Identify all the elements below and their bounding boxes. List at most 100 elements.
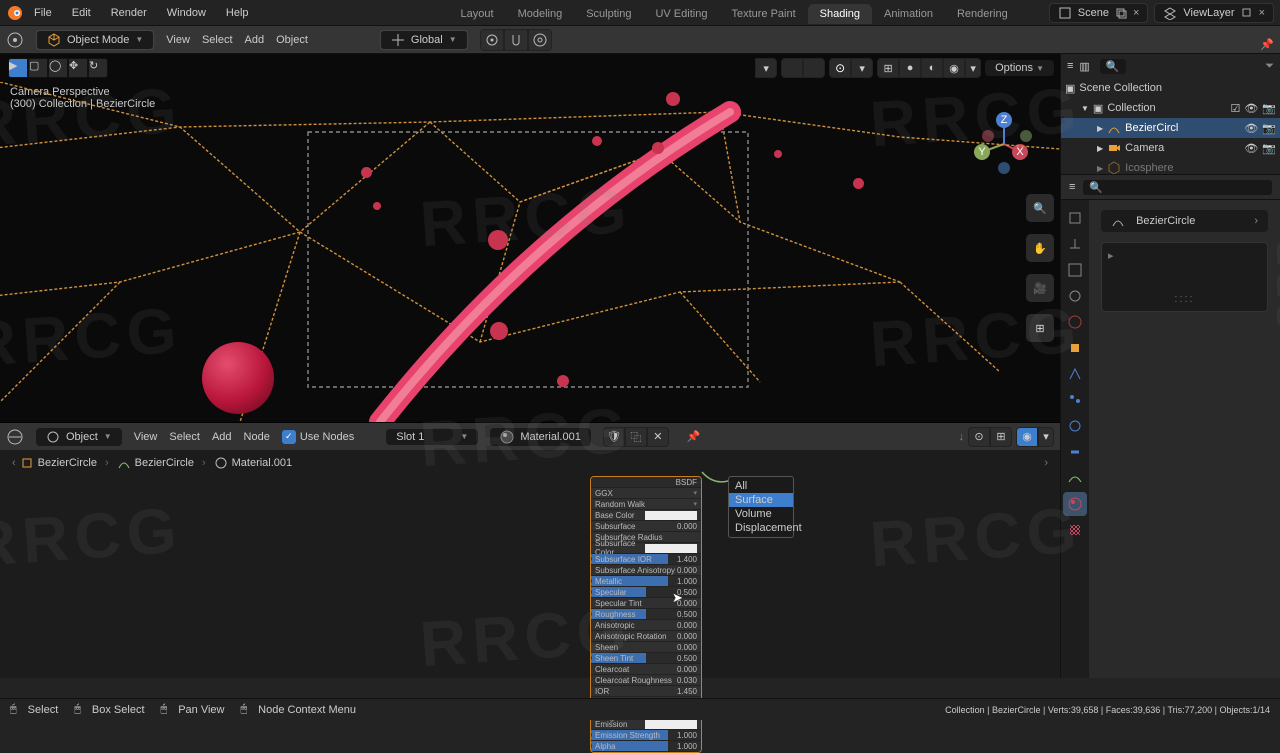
eye-icon[interactable]: 👁 <box>1244 142 1258 155</box>
move-icon[interactable]: ✥ <box>68 58 88 78</box>
tab-rend[interactable]: Rendering <box>945 4 1020 24</box>
rendered-icon[interactable]: ◉ <box>943 58 965 78</box>
menu-node[interactable]: Node <box>244 431 270 443</box>
arrow-icon[interactable]: ↓ <box>959 431 965 443</box>
xray-icon[interactable]: ▾ <box>851 58 873 78</box>
pin-icon[interactable]: 📌 <box>1260 38 1274 51</box>
bsdf-input-clearcoat-roughness[interactable]: Clearcoat Roughness0.030 <box>591 675 701 686</box>
orientation-select[interactable]: Global ▼ <box>380 30 468 50</box>
list-icon[interactable]: ≡ <box>1067 60 1073 72</box>
menu-window[interactable]: Window <box>157 5 216 21</box>
viewlayer-chip[interactable]: ViewLayer × <box>1154 3 1274 23</box>
snap-icon[interactable]: ⊙ <box>968 427 990 447</box>
eye-icon[interactable]: 👁 <box>1244 102 1258 115</box>
tab-uv[interactable]: UV Editing <box>643 4 719 24</box>
chevron-right-icon[interactable]: ▶ <box>1097 164 1103 173</box>
tab-scene[interactable] <box>1063 284 1087 308</box>
bsdf-input-anisotropic-rotation[interactable]: Anisotropic Rotation0.000 <box>591 631 701 642</box>
duplicate-icon[interactable]: ⿻ <box>625 427 647 447</box>
bsdf-input-ior[interactable]: IOR1.450 <box>591 686 701 697</box>
outliner-row-ico[interactable]: ▶ Icosphere <box>1061 158 1280 174</box>
chevron-left-icon[interactable]: ‹ <box>12 457 16 469</box>
chevron-right-icon[interactable]: ▶ <box>1097 124 1103 133</box>
outliner-row-bezier[interactable]: ▶ BezierCircl 👁📷 <box>1061 118 1280 138</box>
rotate-icon[interactable]: ↻ <box>88 58 108 78</box>
matprev-icon[interactable]: ◐ <box>921 58 943 78</box>
cursor-tool-icon[interactable]: ▶ <box>8 58 28 78</box>
bsdf-input-alpha[interactable]: Alpha1.000 <box>591 741 701 752</box>
grip-icon[interactable]: :::: <box>1174 293 1194 305</box>
chevron-right-icon[interactable]: › <box>1044 457 1048 469</box>
render-icon[interactable]: 📷 <box>1262 142 1276 155</box>
tab-sculpting[interactable]: Sculpting <box>574 4 643 24</box>
tab-layout[interactable]: Layout <box>449 4 506 24</box>
options-dropdown[interactable]: Options ▼ <box>985 60 1054 76</box>
tab-physics[interactable] <box>1063 414 1087 438</box>
grid-icon[interactable]: ⊞ <box>990 427 1012 447</box>
proportional-icon[interactable] <box>528 29 552 51</box>
tab-viewlayer[interactable] <box>1063 258 1087 282</box>
props-search[interactable]: 🔍 <box>1083 180 1272 195</box>
tab-object[interactable] <box>1063 336 1087 360</box>
display-icon[interactable]: ▥ <box>1079 60 1089 73</box>
bsdf-dist[interactable]: GGX <box>595 489 693 498</box>
menu-file[interactable]: File <box>24 5 62 21</box>
copy-icon[interactable] <box>1115 7 1127 19</box>
tab-texture[interactable] <box>1063 518 1087 542</box>
viewport-3d[interactable]: ▶ ▢ ◯ ✥ ↻ ▾ ⊙ ▾ <box>0 54 1060 422</box>
popup-surface[interactable]: Surface <box>729 493 793 507</box>
bsdf-input-specular[interactable]: Specular0.500 <box>591 587 701 598</box>
bsdf-input-emission[interactable]: Emission <box>591 719 701 730</box>
menu-add[interactable]: Add <box>245 34 265 46</box>
overlays-icon[interactable]: ⊙ <box>829 58 851 78</box>
tab-shading[interactable]: Shading <box>808 4 872 24</box>
eye-icon[interactable]: 👁 <box>1244 122 1258 135</box>
bsdf-input-metallic[interactable]: Metallic1.000 <box>591 576 701 587</box>
tab-modeling[interactable]: Modeling <box>506 4 575 24</box>
pin-icon[interactable]: 📌 <box>687 430 701 443</box>
copy-icon[interactable] <box>1241 7 1253 19</box>
crumb-curve[interactable]: BezierCircle <box>135 457 194 469</box>
menu-select[interactable]: Select <box>169 431 200 443</box>
props-type-icon[interactable]: ≡ <box>1069 181 1075 193</box>
material-select[interactable]: Material.001 <box>490 428 591 446</box>
shield-icon[interactable]: 🛡 <box>603 427 625 447</box>
close-icon[interactable]: × <box>1259 7 1265 19</box>
props-datablock-chip[interactable]: BezierCircle › <box>1101 210 1268 232</box>
tab-output[interactable] <box>1063 232 1087 256</box>
menu-help[interactable]: Help <box>216 5 259 21</box>
bsdf-input-clearcoat[interactable]: Clearcoat0.000 <box>591 664 701 675</box>
menu-edit[interactable]: Edit <box>62 5 101 21</box>
popup-all[interactable]: All <box>729 479 793 493</box>
close-icon[interactable]: × <box>1133 7 1139 19</box>
slot-select[interactable]: Slot 1▼ <box>386 429 478 445</box>
shader-type-select[interactable]: Object ▼ <box>36 428 122 446</box>
shading-dropdown-icon[interactable]: ▾ <box>965 58 981 78</box>
node-graph[interactable]: BSDF GGX▾ Random Walk▾ Base ColorSubsurf… <box>0 476 1060 678</box>
tab-world[interactable] <box>1063 310 1087 334</box>
crumb-material[interactable]: Material.001 <box>232 457 293 469</box>
tab-anim[interactable]: Animation <box>872 4 945 24</box>
popup-volume[interactable]: Volume <box>729 507 793 521</box>
tab-material[interactable] <box>1063 492 1087 516</box>
unlink-icon[interactable]: ✕ <box>647 427 669 447</box>
tab-texpaint[interactable]: Texture Paint <box>719 4 807 24</box>
outliner-row-camera[interactable]: ▶ Camera 👁📷 <box>1061 138 1280 158</box>
select-icon[interactable] <box>781 58 803 78</box>
popup-disp[interactable]: Displacement <box>729 521 793 535</box>
use-nodes-checkbox[interactable]: ✓Use Nodes <box>282 430 354 444</box>
wireframe-icon[interactable]: ⊞ <box>877 58 899 78</box>
bsdf-input-subsurface-anisotropy[interactable]: Subsurface Anisotropy0.000 <box>591 565 701 576</box>
select-box-icon[interactable]: ▢ <box>28 58 48 78</box>
material-list[interactable]: ▸ :::: + − ▼ <box>1101 242 1268 312</box>
bsdf-input-subsurface-ior[interactable]: Subsurface IOR1.400 <box>591 554 701 565</box>
menu-view[interactable]: View <box>166 34 190 46</box>
bsdf-input-subsurface[interactable]: Subsurface0.000 <box>591 521 701 532</box>
menu-select[interactable]: Select <box>202 34 233 46</box>
editor-type-icon[interactable] <box>6 31 24 49</box>
checkbox-icon[interactable]: ☑ <box>1230 102 1240 115</box>
solid-icon[interactable]: ● <box>899 58 921 78</box>
menu-view[interactable]: View <box>134 431 158 443</box>
menu-add[interactable]: Add <box>212 431 232 443</box>
chevron-right-icon[interactable]: ▸ <box>1108 249 1114 262</box>
